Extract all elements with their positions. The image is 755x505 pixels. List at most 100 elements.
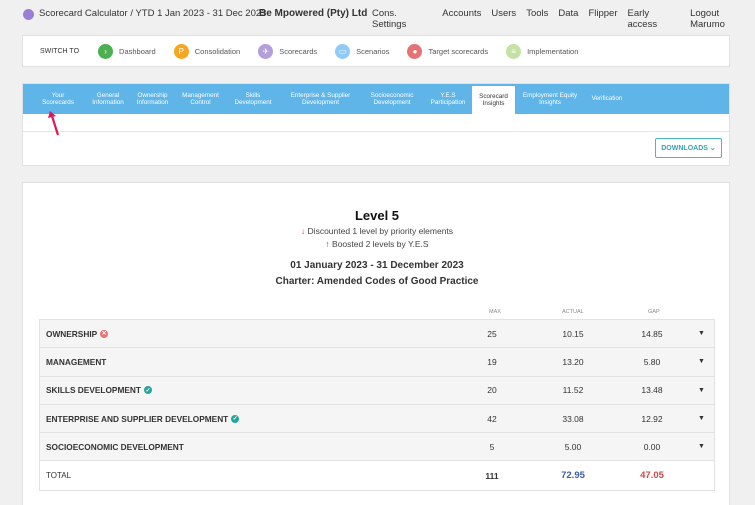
downloads-button[interactable]: DOWNLOADS ⌄: [655, 138, 722, 158]
row-gap: 0.00: [643, 441, 661, 452]
top-nav-link[interactable]: Flipper: [588, 8, 617, 30]
switch-item-target-scorecards[interactable]: ● Target scorecards: [407, 43, 489, 59]
tab-label-line2: Information: [136, 99, 169, 106]
switch-to-label: SWITCH TO: [40, 47, 80, 55]
chevron-down-icon[interactable]: ▼: [698, 415, 705, 422]
row-name-text: SOCIOECONOMIC DEVELOPMENT: [46, 441, 184, 452]
top-nav-link[interactable]: Accounts: [442, 8, 481, 30]
row-max: 19: [487, 356, 497, 367]
switch-item-scorecards[interactable]: ✈ Scorecards: [258, 43, 318, 59]
top-nav-link[interactable]: Cons. Settings: [372, 8, 432, 30]
charter-name: Charter: Amended Codes of Good Practice: [275, 276, 479, 287]
boost-note: ↑ Boosted 2 levels by Y.E.S: [23, 239, 731, 249]
switch-to-bar: SWITCH TO › Dashboard P Consolidation ✈ Score…: [22, 35, 730, 67]
row-name-text: ENTERPRISE AND SUPPLIER DEVELOPMENT: [46, 413, 229, 424]
column-header-gap: GAP: [648, 309, 660, 315]
chevron-down-icon[interactable]: ▼: [698, 387, 705, 394]
table-row: SOCIOECONOMIC DEVELOPMENT 5 5.00 0.00 ▼: [40, 433, 714, 462]
switch-item-implementation[interactable]: ≡ Implementation: [506, 43, 579, 59]
arrow-up-icon: ↑: [325, 239, 330, 249]
downloads-label: DOWNLOADS: [661, 144, 708, 152]
switch-item-icon: P: [173, 43, 189, 59]
tab-label-line1: Skills: [245, 91, 261, 99]
tab-label-line2: Insights: [482, 100, 505, 107]
tab-scorecard[interactable]: Scorecard Insights: [472, 86, 515, 114]
discount-text: Discounted 1 level by priority elements: [307, 226, 454, 236]
switch-item-dashboard[interactable]: › Dashboard: [98, 43, 156, 59]
switch-item-icon: ●: [407, 43, 423, 59]
tab-skills[interactable]: Skills Development: [225, 84, 281, 114]
top-nav-link[interactable]: Data: [558, 8, 578, 30]
row-actual: 11.52: [562, 385, 584, 396]
tab-label-line2: Development: [234, 99, 272, 106]
row-name: SOCIOECONOMIC DEVELOPMENT: [46, 442, 184, 452]
row-name-text: OWNERSHIP: [46, 328, 98, 339]
row-gap: 12.92: [641, 413, 663, 424]
row-name-text: MANAGEMENT: [46, 356, 107, 367]
boost-text: Boosted 2 levels by Y.E.S: [332, 239, 429, 249]
top-nav-link[interactable]: Early access: [628, 8, 681, 30]
tabs-card: Your Scorecards General Information Ownershi…: [22, 83, 730, 166]
divider: [23, 131, 729, 132]
tab-management[interactable]: Management Control: [176, 84, 225, 114]
row-name-text: SKILLS DEVELOPMENT: [46, 385, 141, 396]
chevron-down-icon[interactable]: ▼: [698, 358, 705, 365]
tab-label-line2: Control: [190, 99, 211, 106]
tab-label-line2: Participation: [430, 99, 466, 106]
row-name: MANAGEMENT: [46, 357, 106, 367]
switch-item-label: Consolidation: [194, 46, 241, 56]
row-gap: 5.80: [643, 356, 661, 367]
switch-item-label: Scorecards: [279, 46, 318, 56]
switch-item-scenarios[interactable]: ▭ Scenarios: [335, 43, 390, 59]
tab-label-line1: General: [96, 91, 120, 99]
tab-bar: Your Scorecards General Information Ownershi…: [23, 84, 729, 114]
tab-label-line1: Ownership: [137, 91, 168, 99]
tab-label-line1: Scorecard: [479, 92, 508, 100]
top-nav-link[interactable]: Users: [491, 8, 516, 30]
row-actual: 33.08: [562, 413, 584, 424]
tab-label-line1: Socioeconomic: [370, 91, 414, 99]
company-name: Be Mpowered (Pty) Ltd: [259, 8, 368, 19]
tab-ownership[interactable]: Ownership Information: [129, 84, 176, 114]
tab-label-line1: Y.E.S: [440, 91, 456, 99]
tab-label-line1: Enterprise & Supplier: [290, 91, 351, 99]
tab-label-line2: Development: [373, 99, 411, 106]
top-nav-link[interactable]: Logout Marumo: [690, 8, 755, 30]
switch-item-icon: ✈: [258, 43, 274, 59]
switch-item-icon: ▭: [335, 43, 351, 59]
row-max: 5: [489, 441, 495, 452]
tab-employment-equity[interactable]: Employment Equity Insights: [515, 84, 585, 114]
top-nav-link[interactable]: Tools: [526, 8, 548, 30]
chevron-down-icon[interactable]: ▼: [698, 330, 705, 337]
switch-item-icon: ≡: [506, 43, 522, 59]
row-name: OWNERSHIP ✕: [46, 328, 109, 339]
tab-label-line1: Your: [51, 91, 65, 99]
top-nav: Cons. Settings Accounts Users Tools Data Flip…: [372, 8, 755, 30]
period-dates: 01 January 2023 - 31 December 2023: [290, 260, 464, 271]
breadcrumb[interactable]: Scorecard Calculator / YTD 1 Jan 2023 - …: [39, 8, 266, 19]
table-row: SKILLS DEVELOPMENT ✓ 20 11.52 13.48 ▼: [40, 376, 714, 405]
row-actual: 5.00: [564, 441, 582, 452]
level-title: Level 5: [354, 208, 400, 223]
table-row: MANAGEMENT 19 13.20 5.80 ▼: [40, 348, 714, 377]
app-logo-icon: [23, 9, 34, 20]
table-row: ENTERPRISE AND SUPPLIER DEVELOPMENT ✓ 42 33…: [40, 404, 714, 434]
row-max: 42: [487, 413, 497, 424]
row-actual: 10.15: [562, 328, 584, 339]
tab-your[interactable]: Your Scorecards: [29, 84, 87, 114]
switch-item-consolidation[interactable]: P Consolidation: [173, 43, 241, 59]
tab-y-e-s[interactable]: Y.E.S Participation: [424, 84, 472, 114]
tab-label-line2: Development: [301, 99, 340, 106]
tab-general[interactable]: General Information: [87, 84, 129, 114]
tab-verification[interactable]: Verification: [585, 84, 629, 114]
row-gap: 14.85: [641, 328, 663, 339]
insights-panel: Level 5 ↓ Discounted 1 level by priority…: [22, 182, 730, 505]
switch-item-label: Target scorecards: [428, 46, 489, 56]
switch-item-label: Implementation: [527, 46, 579, 56]
row-actual: 13.20: [562, 356, 584, 367]
tab-enterprise-supplier[interactable]: Enterprise & Supplier Development: [281, 84, 360, 114]
tab-socioeconomic[interactable]: Socioeconomic Development: [360, 84, 424, 114]
chevron-down-icon[interactable]: ▼: [698, 443, 705, 450]
tab-label-line1: Verification: [591, 95, 623, 103]
switch-item-label: Scenarios: [356, 46, 390, 56]
